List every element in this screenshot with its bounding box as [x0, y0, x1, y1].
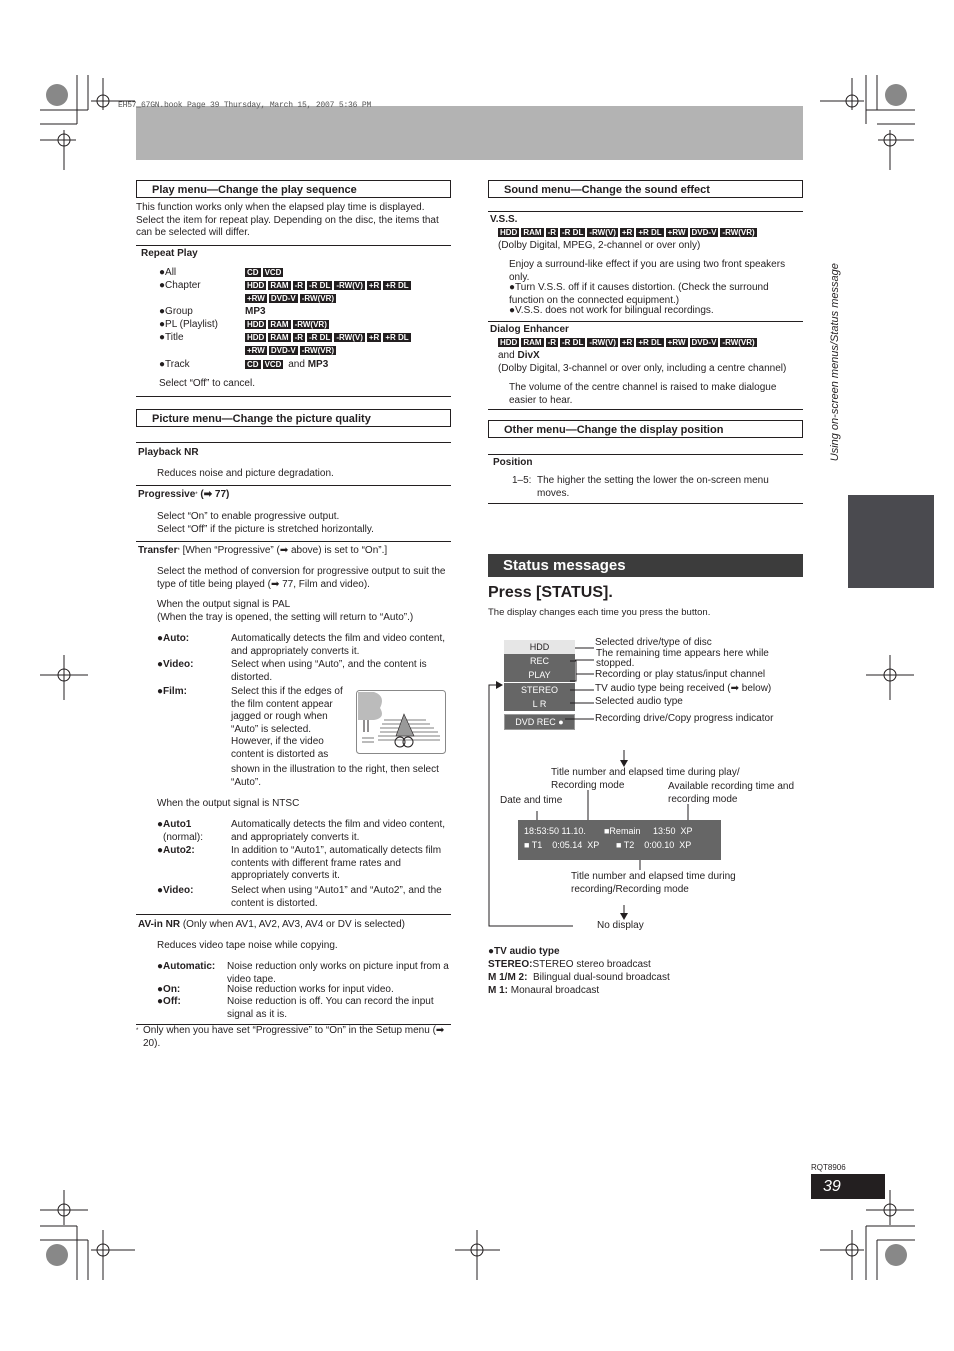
callout-rec-drive: Recording drive/Copy progress indicator: [595, 713, 774, 724]
label-title-rec: Title number and elapsed time during rec…: [571, 871, 736, 895]
callout-status: Recording or play status/input channel: [595, 669, 766, 680]
osd-remain: ■Remain 13:50 XP: [604, 826, 693, 836]
osd-play-title: ■ T1 0:05.14 XP: [524, 840, 600, 850]
osd-datetime: 18:53:50 11.10.: [524, 826, 586, 836]
chapter-side-label: Using on-screen menus/Status message: [828, 263, 841, 462]
arrow-down-icon: [620, 913, 628, 920]
callout-tv-audio: TV audio type being received (➡ below): [595, 683, 772, 694]
arrow-right-icon: [496, 681, 503, 689]
page-number: 39: [811, 1174, 885, 1199]
tv-audio-key: M 1/M 2:: [488, 972, 528, 983]
tv-audio-desc: Bilingual dual-sound broadcast: [533, 972, 670, 983]
label-no-display: No display: [597, 920, 644, 931]
tv-audio-desc: STEREO stereo broadcast: [532, 959, 651, 970]
tv-audio-desc: Monaural broadcast: [510, 985, 600, 996]
label-date-time: Date and time: [500, 795, 563, 806]
tv-audio-heading: ●TV audio type: [488, 946, 560, 957]
tv-audio-key: STEREO:: [488, 959, 533, 970]
callout-audio-type: Selected audio type: [595, 696, 683, 707]
arrow-down-icon: [620, 760, 628, 767]
callout-remaining: The remaining time appears here while st…: [596, 648, 769, 669]
status-osd-bar: 18:53:50 11.10. ■ T1 0:05.14 XP ■Remain …: [518, 820, 721, 860]
label-available: Available recording time and recording m…: [668, 781, 795, 805]
tv-audio-row: M 1/M 2: Bilingual dual-sound broadcast: [488, 972, 670, 985]
doc-code: RQT8906: [811, 1163, 846, 1172]
tv-audio-row: STEREO:STEREO stereo broadcast: [488, 959, 651, 972]
tv-audio-key: M 1:: [488, 985, 508, 996]
chapter-side-tab: [848, 495, 934, 588]
osd-rec-title: ■ T2 0:00.10 XP: [616, 840, 692, 850]
tv-audio-row: M 1: Monaural broadcast: [488, 985, 599, 998]
callout-lines: [488, 647, 689, 927]
